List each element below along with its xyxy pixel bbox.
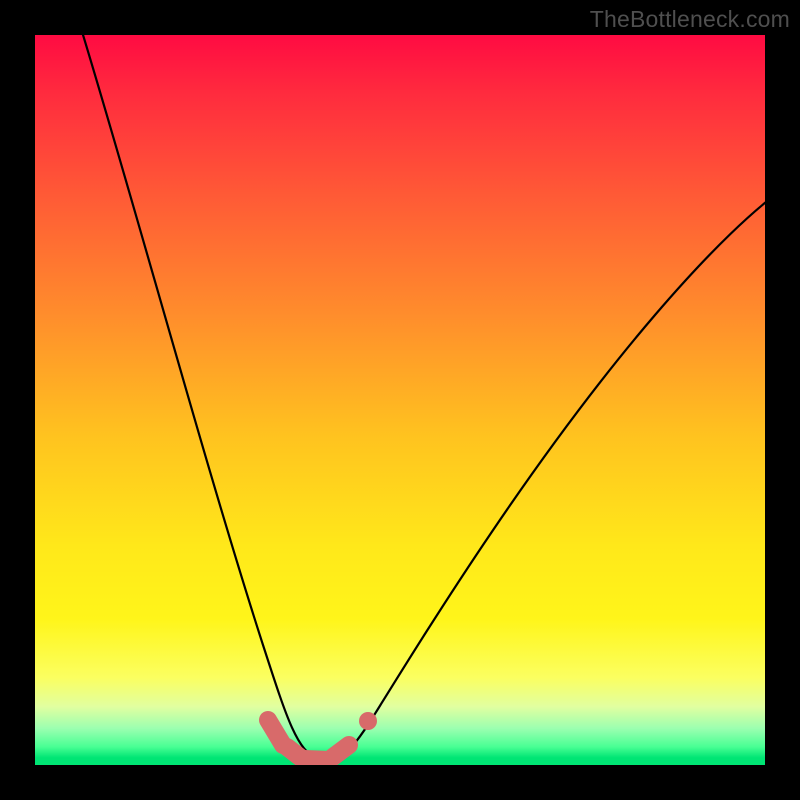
bottleneck-curve-svg xyxy=(35,35,765,765)
chart-frame: TheBottleneck.com xyxy=(0,0,800,800)
bottleneck-curve xyxy=(80,35,765,761)
plot-area xyxy=(35,35,765,765)
watermark-text: TheBottleneck.com xyxy=(590,6,790,33)
